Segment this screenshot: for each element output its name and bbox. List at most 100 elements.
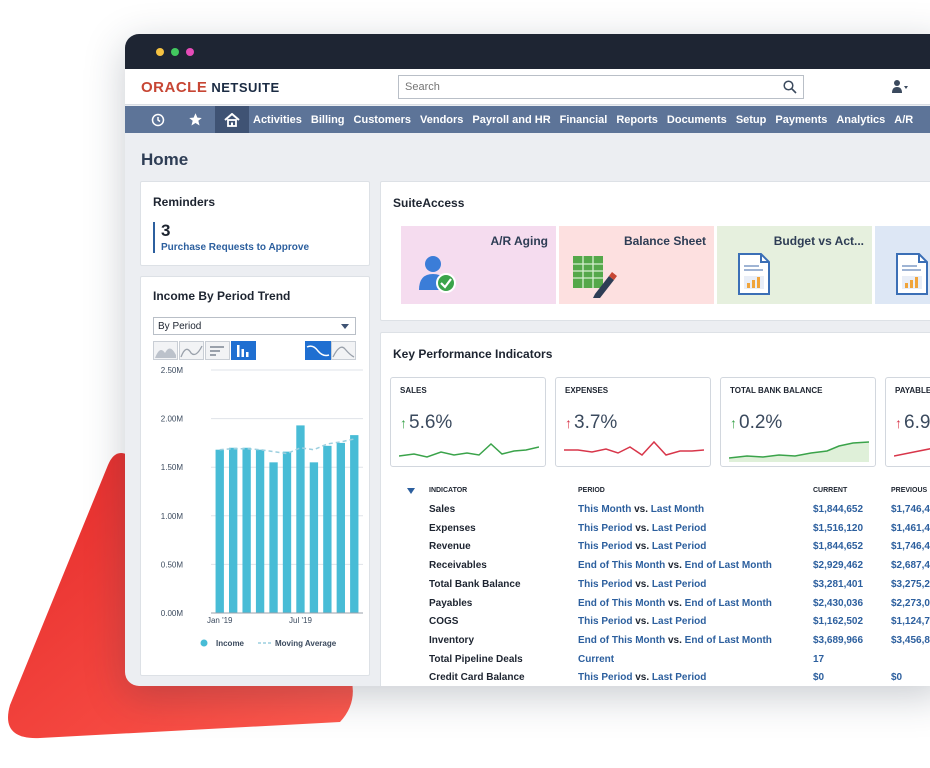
col-previous[interactable]: PREVIOUS: [891, 487, 927, 494]
previous-cell[interactable]: $1,746,4: [891, 541, 930, 552]
current-cell[interactable]: $1,516,120: [813, 523, 863, 534]
nav-item-payments[interactable]: Payments: [775, 114, 827, 126]
reminder-item[interactable]: 3 Purchase Requests to Approve: [153, 222, 309, 253]
nav-item-vendors[interactable]: Vendors: [420, 114, 463, 126]
kpi-box-total-bank-balance[interactable]: TOTAL BANK BALANCE ↑ 0.2%: [720, 377, 876, 467]
period-vs: vs.: [635, 672, 650, 684]
period-from: This Period: [578, 578, 633, 590]
nav-item-a-r[interactable]: A/R: [894, 114, 913, 126]
table-row[interactable]: Credit Card Balance This Period vs. Last …: [393, 670, 930, 686]
period-cell[interactable]: This Month vs. Last Month: [578, 504, 704, 515]
indicator-cell: Total Pipeline Deals: [429, 653, 523, 665]
previous-cell[interactable]: $3,275,2: [891, 579, 930, 590]
table-row[interactable]: Inventory End of This Month vs. End of La…: [393, 633, 930, 651]
period-cell[interactable]: End of This Month vs. End of Last Month: [578, 635, 772, 646]
window-dot-green[interactable]: [171, 48, 179, 56]
kpi-value: ↑ 3.7%: [565, 412, 617, 434]
period-cell[interactable]: This Period vs. Last Period: [578, 672, 706, 683]
period-cell[interactable]: This Period vs. Last Period: [578, 541, 706, 552]
table-row[interactable]: Expenses This Period vs. Last Period $1,51…: [393, 521, 930, 539]
bar-chart-icon[interactable]: [231, 341, 256, 360]
kpi-title: Key Performance Indicators: [393, 347, 553, 361]
horizontal-bar-icon[interactable]: [205, 341, 230, 360]
period-cell[interactable]: End of This Month vs. End of Last Month: [578, 560, 772, 571]
current-cell[interactable]: $1,844,652: [813, 541, 863, 552]
previous-cell[interactable]: $0: [891, 672, 902, 683]
window-dot-pink[interactable]: [186, 48, 194, 56]
table-row[interactable]: Payables End of This Month vs. End of Las…: [393, 596, 930, 614]
moving-average-line: [219, 438, 355, 455]
nav-item-activities[interactable]: Activities: [253, 114, 302, 126]
nav-favorites[interactable]: [178, 106, 212, 133]
smooth-curve-icon[interactable]: [305, 341, 331, 360]
current-cell[interactable]: $1,162,502: [813, 616, 863, 627]
search-input[interactable]: [399, 76, 769, 98]
period-cell[interactable]: This Period vs. Last Period: [578, 579, 706, 590]
nav-item-customers[interactable]: Customers: [354, 114, 411, 126]
previous-cell[interactable]: $2,687,4: [891, 560, 930, 571]
period-select[interactable]: By Period: [153, 317, 356, 335]
table-row[interactable]: COGS This Period vs. Last Period $1,162,50…: [393, 614, 930, 632]
col-period[interactable]: PERIOD: [578, 487, 605, 494]
current-cell[interactable]: $2,430,036: [813, 598, 863, 609]
table-row[interactable]: Total Pipeline Deals Current 17: [393, 652, 930, 670]
current-cell[interactable]: $2,929,462: [813, 560, 863, 571]
table-row[interactable]: Sales This Month vs. Last Month $1,844,652…: [393, 502, 930, 520]
period-cell[interactable]: Current: [578, 654, 614, 665]
tile-ar-aging[interactable]: A/R Aging: [401, 226, 556, 304]
previous-cell[interactable]: $2,273,0: [891, 598, 930, 609]
nav-item-financial[interactable]: Financial: [560, 114, 608, 126]
tile-report-4[interactable]: [875, 226, 930, 304]
kpi-value: ↑ 0.2%: [730, 412, 782, 434]
nav-item-reports[interactable]: Reports: [616, 114, 658, 126]
area-chart-icon[interactable]: [153, 341, 178, 360]
nav-home[interactable]: [215, 106, 249, 133]
col-current[interactable]: CURRENT: [813, 487, 847, 494]
nav-item-analytics[interactable]: Analytics: [836, 114, 885, 126]
table-row[interactable]: Revenue This Period vs. Last Period $1,844…: [393, 539, 930, 557]
previous-cell[interactable]: $3,456,8: [891, 635, 930, 646]
nav-item-setup[interactable]: Setup: [736, 114, 767, 126]
nav-recent[interactable]: [141, 106, 175, 133]
current-cell[interactable]: $1,844,652: [813, 504, 863, 515]
bell-curve-icon[interactable]: [331, 341, 356, 360]
oracle-netsuite-logo[interactable]: ORACLE NETSUITE: [141, 79, 280, 96]
kpi-label: PAYABLES: [895, 386, 930, 395]
previous-cell[interactable]: $1,746,4: [891, 504, 930, 515]
indicator-cell: Expenses: [429, 522, 476, 534]
nav-item-payroll-and-hr[interactable]: Payroll and HR: [472, 114, 550, 126]
table-row[interactable]: Total Bank Balance This Period vs. Last P…: [393, 577, 930, 595]
window-dot-yellow[interactable]: [156, 48, 164, 56]
current-cell[interactable]: 17: [813, 654, 824, 665]
current-cell[interactable]: $3,281,401: [813, 579, 863, 590]
previous-cell[interactable]: $1,124,7: [891, 616, 930, 627]
indicator-cell: Credit Card Balance: [429, 672, 525, 684]
collapse-triangle-icon[interactable]: [407, 488, 415, 494]
kpi-box-expenses[interactable]: EXPENSES ↑ 3.7%: [555, 377, 711, 467]
kpi-box-sales[interactable]: SALES ↑ 5.6%: [390, 377, 546, 467]
reminder-link[interactable]: Purchase Requests to Approve: [161, 242, 309, 253]
tile-balance-sheet[interactable]: Balance Sheet: [559, 226, 714, 304]
nav-item-billing[interactable]: Billing: [311, 114, 345, 126]
current-cell[interactable]: $0: [813, 672, 824, 683]
y-tick-label: 2.50M: [161, 366, 184, 375]
current-cell[interactable]: $3,689,966: [813, 635, 863, 646]
period-cell[interactable]: This Period vs. Last Period: [578, 616, 706, 627]
line-chart-icon[interactable]: [179, 341, 204, 360]
nav-item-documents[interactable]: Documents: [667, 114, 727, 126]
kpi-label: EXPENSES: [565, 386, 609, 395]
search-icon[interactable]: [783, 80, 797, 94]
indicator-cell: Sales: [429, 504, 456, 515]
kpi-box-payables[interactable]: PAYABLES ↑6.9: [885, 377, 930, 467]
table-row[interactable]: Receivables End of This Month vs. End of …: [393, 558, 930, 576]
col-indicator[interactable]: INDICATOR: [429, 487, 467, 494]
previous-cell[interactable]: $1,461,4: [891, 523, 930, 534]
period-cell[interactable]: This Period vs. Last Period: [578, 523, 706, 534]
user-menu-icon[interactable]: [891, 79, 909, 95]
period-cell[interactable]: End of This Month vs. End of Last Month: [578, 598, 772, 609]
tile-budget-vs-actual[interactable]: Budget vs Act...: [717, 226, 872, 304]
nav-menu: Activities Billing Customers Vendors Payroll…: [253, 106, 922, 133]
period-from: This Period: [578, 522, 633, 534]
history-icon: [151, 113, 165, 126]
period-to: Last Period: [651, 578, 707, 590]
